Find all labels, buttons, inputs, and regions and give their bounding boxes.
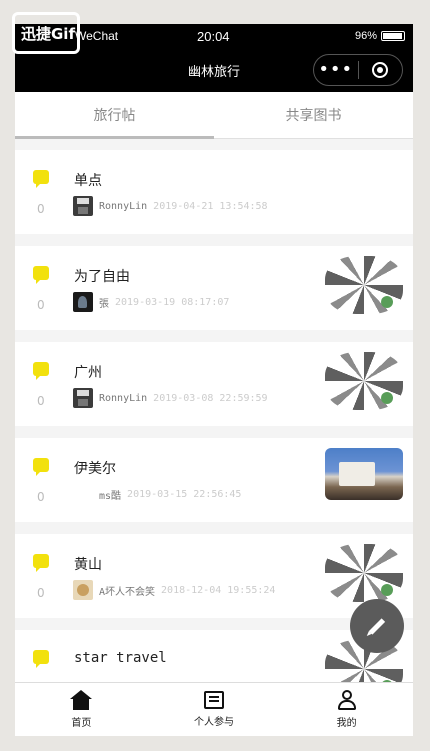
post-card[interactable]: 0 为了自由 張 2019-03-19 08:17:07: [15, 246, 413, 330]
phone-screen: WeChat 20:04 96% 幽林旅行 ••• 旅行帖 共享图书 0 单点 …: [15, 24, 413, 736]
page-title: 幽林旅行: [187, 64, 240, 80]
post-title: 黄山: [74, 557, 102, 573]
post-meta: RonnyLin 2019-03-08 22:59:59: [73, 388, 268, 408]
post-author: ms酷: [99, 490, 122, 502]
document-icon: [204, 691, 224, 709]
qr-code-thumbnail: [325, 544, 403, 602]
post-card[interactable]: 0 黄山 A坏人不会笑 2018-12-04 19:55:24: [15, 534, 413, 618]
home-icon: [70, 690, 93, 710]
post-meta: ms酷 2019-03-15 22:56:45: [73, 484, 241, 504]
comment-bubble-icon: [33, 554, 49, 572]
battery-indicator: 96%: [355, 30, 405, 42]
photo-thumbnail: [325, 448, 403, 500]
navigation-bar: 幽林旅行 •••: [15, 48, 413, 92]
post-meta: A坏人不会笑 2018-12-04 19:55:24: [73, 580, 275, 600]
post-date: 2019-03-15 22:56:45: [127, 488, 242, 500]
post-date: 2019-04-21 13:54:58: [153, 200, 268, 212]
comment-count: 0: [37, 298, 45, 312]
close-miniprogram-button[interactable]: [358, 62, 402, 78]
watermark-logo: 迅捷Gif: [12, 12, 80, 54]
tab-shared-books[interactable]: 共享图书: [214, 92, 413, 138]
tabbar-label: 首页: [71, 718, 92, 729]
compose-post-button[interactable]: [350, 599, 404, 653]
tabbar-label: 我的: [336, 718, 357, 729]
qr-code-thumbnail: [325, 256, 403, 314]
comment-bubble-icon: [33, 266, 49, 284]
post-author: RonnyLin: [99, 200, 148, 212]
post-title: 单点: [74, 173, 102, 189]
post-title: star travel: [74, 650, 167, 666]
battery-icon: [381, 31, 405, 41]
bottom-tab-bar: 首页 个人参与 我的: [15, 682, 413, 736]
dark-portrait-avatar: [73, 292, 93, 312]
comment-count: 0: [37, 490, 45, 504]
top-tabs: 旅行帖 共享图书: [15, 92, 413, 139]
comment-bubble-icon: [33, 362, 49, 380]
post-card[interactable]: 0 伊美尔 ms酷 2019-03-15 22:56:45: [15, 438, 413, 522]
post-title: 伊美尔: [74, 461, 116, 477]
post-meta: RonnyLin 2019-04-21 13:54:58: [73, 196, 268, 216]
comment-count: 0: [37, 394, 45, 408]
more-menu-button[interactable]: •••: [314, 54, 358, 86]
tabbar-item-home[interactable]: 首页: [15, 683, 148, 736]
clock: 20:04: [197, 28, 230, 44]
miniprogram-capsule: •••: [313, 54, 403, 86]
post-author: RonnyLin: [99, 392, 148, 404]
target-icon: [372, 62, 389, 78]
floppy-disk-avatar: [73, 388, 93, 408]
post-date: 2018-12-04 19:55:24: [161, 584, 276, 596]
tab-travel-posts[interactable]: 旅行帖: [15, 92, 214, 139]
post-date: 2019-03-19 08:17:07: [115, 296, 230, 308]
post-title: 广州: [74, 365, 102, 381]
post-title: 为了自由: [74, 269, 130, 285]
qr-code-thumbnail: [325, 352, 403, 410]
tabbar-item-me[interactable]: 我的: [280, 683, 413, 736]
watermark-text: 迅捷Gif: [21, 24, 75, 43]
comment-bubble-icon: [33, 170, 49, 188]
floppy-disk-avatar: [73, 196, 93, 216]
post-card[interactable]: 0 单点 RonnyLin 2019-04-21 13:54:58: [15, 150, 413, 234]
post-date: 2019-03-08 22:59:59: [153, 392, 268, 404]
post-author: A坏人不会笑: [99, 586, 156, 598]
battery-percent: 96%: [354, 30, 377, 42]
tabbar-label: 个人参与: [194, 717, 234, 728]
cartoon-avatar: [73, 580, 93, 600]
post-author: 張: [99, 298, 109, 310]
user-icon: [337, 690, 357, 710]
comment-bubble-icon: [33, 458, 49, 476]
post-card[interactable]: 0 广州 RonnyLin 2019-03-08 22:59:59: [15, 342, 413, 426]
pencil-icon: [368, 617, 386, 635]
tabbar-item-participation[interactable]: 个人参与: [148, 683, 281, 736]
comment-count: 0: [37, 202, 45, 216]
comment-count: 0: [37, 586, 45, 600]
post-meta: 張 2019-03-19 08:17:07: [73, 292, 229, 312]
blank-avatar: [73, 484, 93, 504]
comment-bubble-icon: [33, 650, 49, 668]
